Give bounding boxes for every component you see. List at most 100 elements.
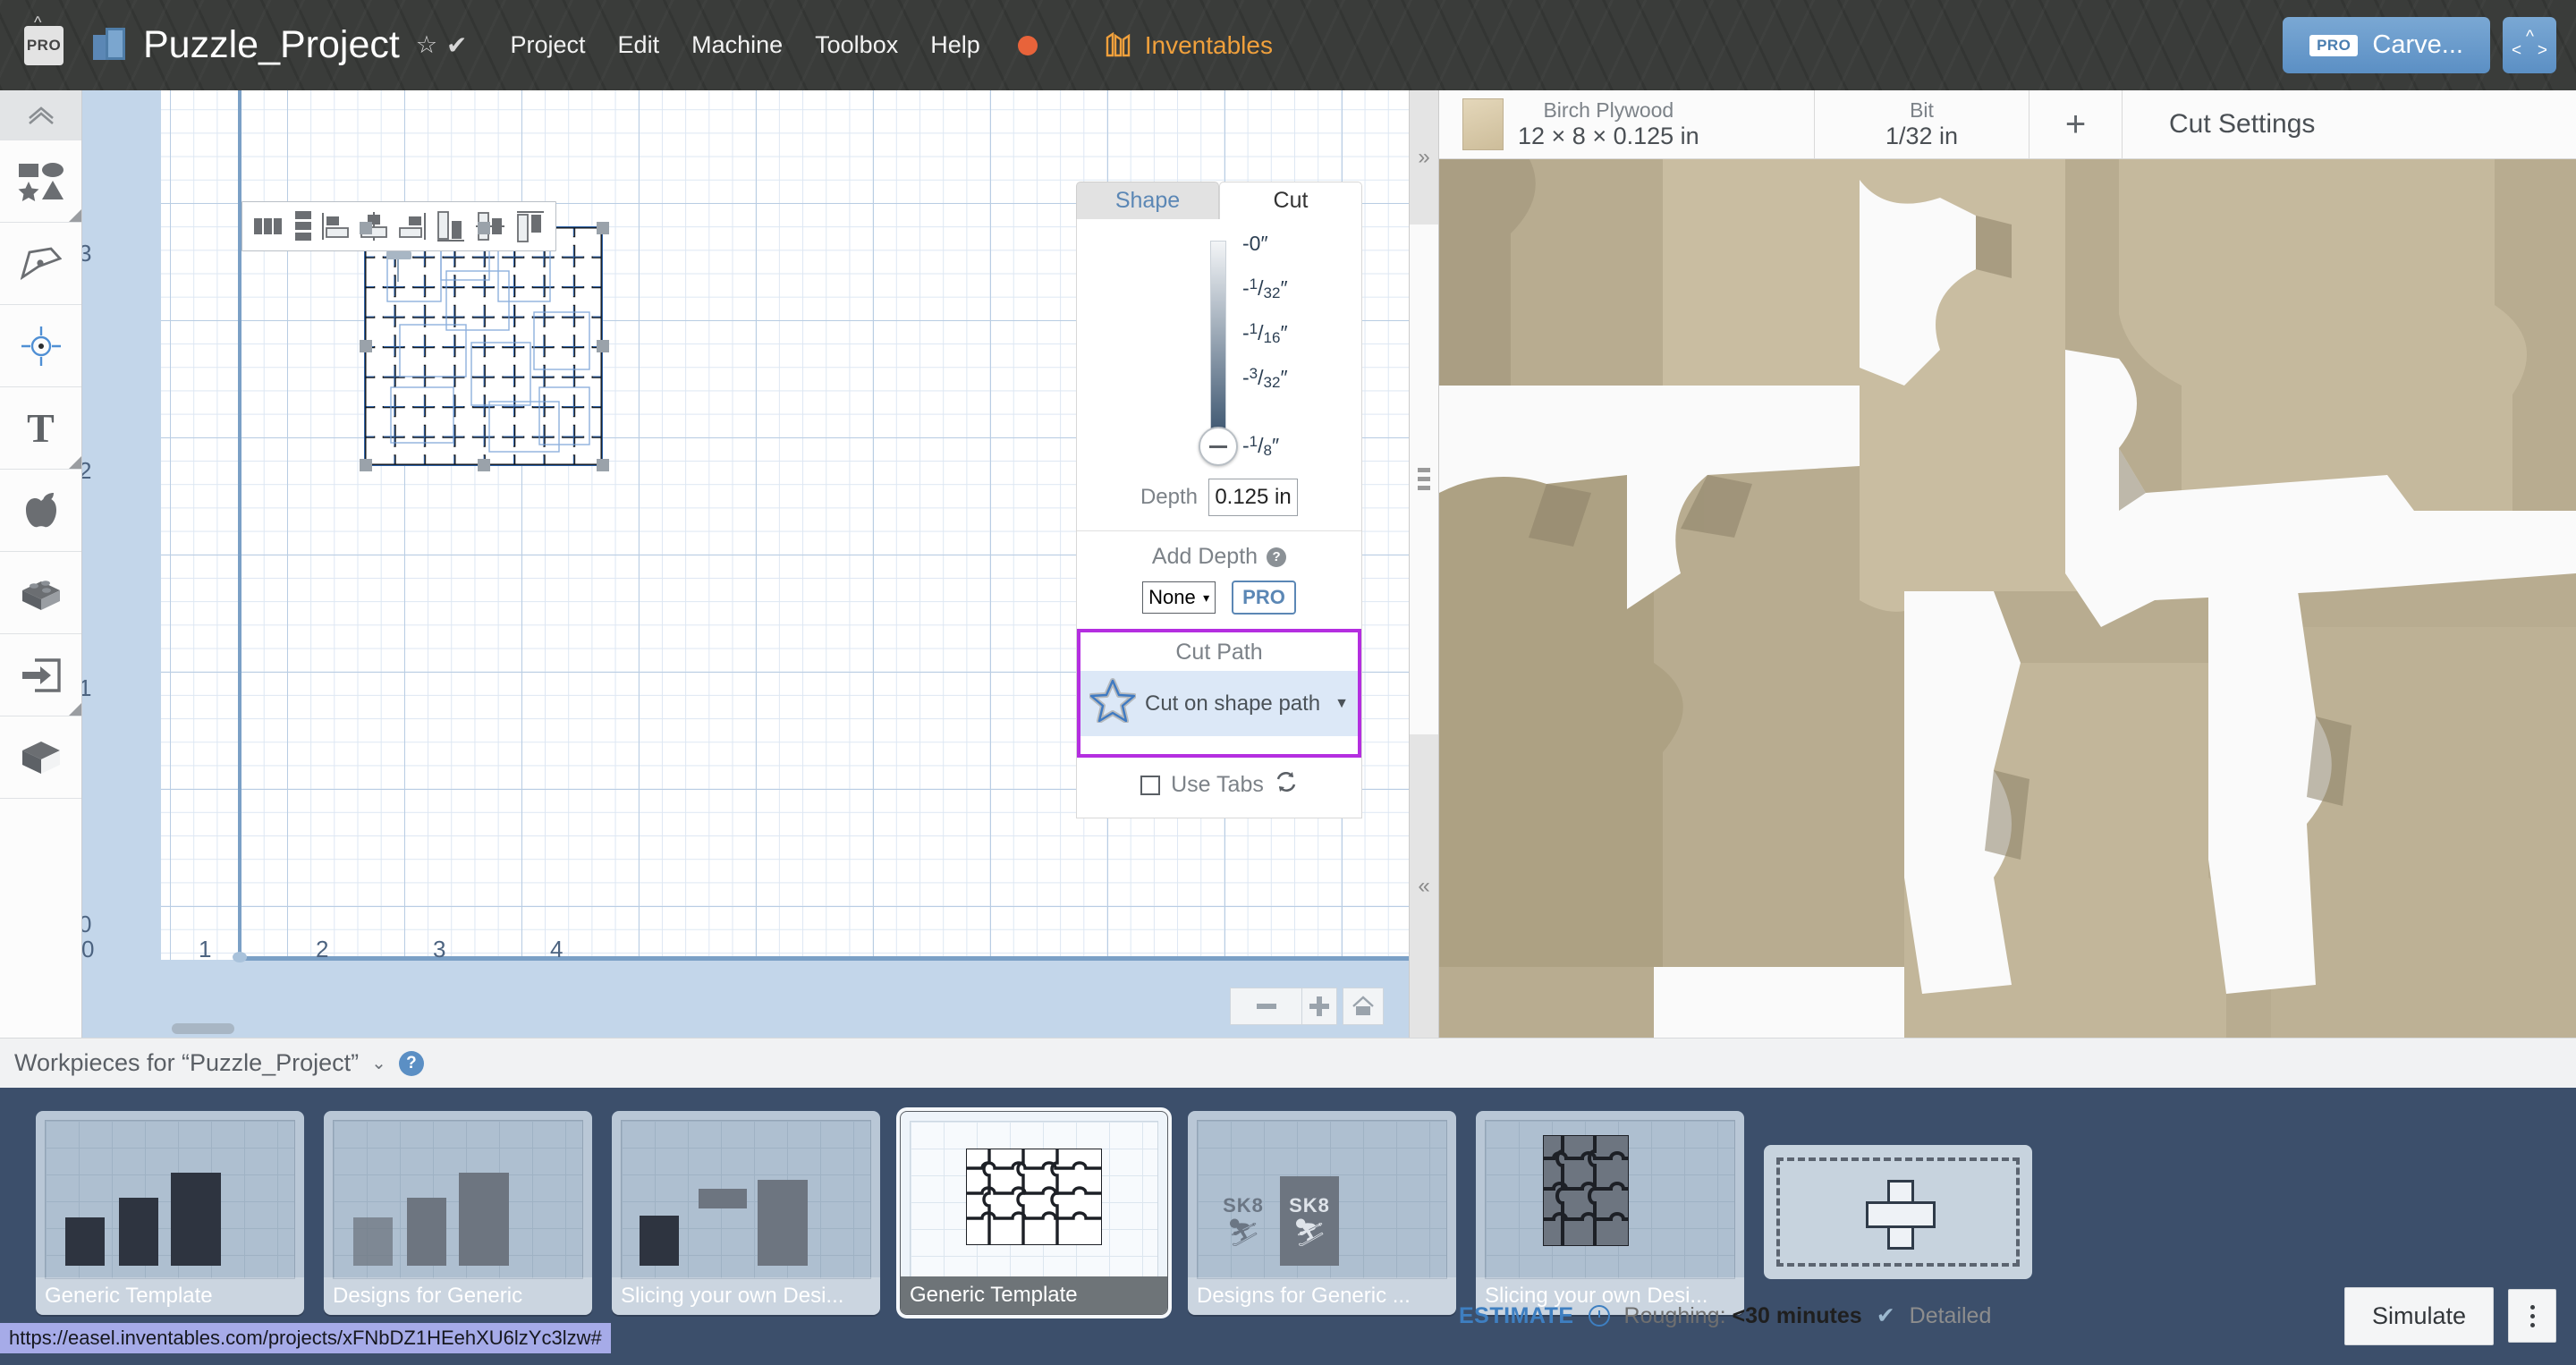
sidebar-item-3d-tool[interactable] (0, 716, 81, 799)
workpiece-label-4: Generic Template (901, 1276, 1167, 1314)
refresh-icon[interactable] (1275, 770, 1298, 800)
menu-toolbox[interactable]: Toolbox (815, 31, 898, 59)
align-bottom-icon[interactable] (436, 210, 465, 242)
align-toolbar (242, 201, 556, 251)
add-depth-title: Add Depth ? (1077, 544, 1361, 570)
puzzle-design-svg (364, 226, 603, 466)
slider-0-unit: ″ (1260, 232, 1267, 255)
pro-badge: PRO (24, 26, 64, 65)
tab-shape[interactable]: Shape (1076, 182, 1219, 219)
sidebar-item-apps-tool[interactable] (0, 470, 81, 552)
zoom-in-button[interactable] (1301, 988, 1337, 1025)
add-depth-select-value: None (1148, 586, 1196, 609)
slider-4-unit: ″ (1272, 434, 1279, 458)
selection-handle-mr[interactable] (597, 340, 609, 352)
sidebar-item-collapse-toolbar[interactable] (0, 90, 81, 140)
divider-expand-right-button[interactable]: » (1410, 90, 1438, 225)
pro-logo[interactable]: ^ PRO (20, 19, 68, 72)
workpiece-item-5[interactable]: SK8 ⛷ SK8 ⛷ Designs for Generic ... (1188, 1111, 1456, 1315)
depth-input[interactable] (1208, 479, 1298, 516)
slider-3-unit: ″ (1280, 366, 1287, 390)
simulate-button[interactable]: Simulate (2344, 1287, 2494, 1345)
divider-collapse-left-button[interactable]: « (1410, 734, 1438, 1038)
selection-handle-tr[interactable] (597, 222, 609, 234)
bit-selector[interactable]: Bit 1/32 in (1815, 90, 2029, 158)
menu-project[interactable]: Project (511, 31, 586, 59)
distribute-horizontal-icon[interactable] (253, 215, 284, 238)
fullscreen-button[interactable]: ^ < > (2503, 17, 2556, 73)
favorite-star-icon[interactable]: ☆ (416, 31, 437, 59)
help-icon[interactable]: ? (1267, 547, 1286, 567)
chevron-down-icon[interactable]: ▼ (1335, 696, 1349, 712)
status-bar-url: https://easel.inventables.com/projects/x… (0, 1323, 611, 1353)
workpiece-label-1: Generic Template (36, 1277, 304, 1315)
depth-slider[interactable]: -0″ -1/32″ -1/16″ -3/32″ -1/8″ (1077, 219, 1361, 470)
thumb-sk8-light: SK8 ⛷ (1214, 1176, 1273, 1266)
selection-handle-tc[interactable] (478, 222, 490, 234)
workpiece-item-2[interactable]: Designs for Generic (324, 1111, 592, 1315)
x-tick-0: 0 (82, 936, 94, 963)
divider-drag-grip[interactable] (1410, 225, 1438, 734)
saved-check-icon: ✔ (446, 30, 467, 60)
sidebar-item-blocks-tool[interactable] (0, 552, 81, 634)
selection-handle-bl[interactable] (360, 459, 372, 471)
zoom-home-button[interactable] (1343, 988, 1384, 1025)
depth-slider-knob[interactable] (1199, 427, 1238, 466)
bit-label: Bit (1885, 98, 1958, 123)
sidebar-item-target-tool[interactable] (0, 305, 81, 387)
slider-3-num: 3 (1250, 365, 1258, 383)
use-tabs-label: Use Tabs (1171, 772, 1264, 798)
kebab-menu-icon[interactable] (2508, 1289, 2556, 1343)
workpiece-item-1[interactable]: Generic Template (36, 1111, 304, 1315)
workpieces-help-icon[interactable]: ? (399, 1051, 424, 1076)
slider-1-num: 1 (1250, 276, 1258, 293)
use-tabs-checkbox[interactable] (1140, 776, 1160, 795)
zoom-out-button[interactable] (1230, 988, 1303, 1025)
selection-handle-tl[interactable] (360, 222, 372, 234)
selection-handle-br[interactable] (597, 459, 609, 471)
align-top-icon[interactable] (516, 210, 545, 242)
use-tabs-row: Use Tabs (1077, 758, 1361, 818)
distribute-vertical-icon[interactable] (294, 211, 312, 242)
panel-divider: » « (1409, 90, 1439, 1038)
menu-edit[interactable]: Edit (618, 31, 660, 59)
workpiece-item-3[interactable]: Slicing your own Desi... (612, 1111, 880, 1315)
sidebar-item-text-tool[interactable]: T (0, 387, 81, 470)
menu-machine[interactable]: Machine (691, 31, 783, 59)
depth-slider-track[interactable] (1210, 241, 1226, 434)
add-bit-button[interactable]: + (2029, 90, 2123, 158)
sidebar-item-pen-tool[interactable] (0, 223, 81, 305)
text-t-icon: T (27, 404, 55, 452)
carve-button[interactable]: PRO Carve... (2283, 17, 2490, 73)
material-selector[interactable]: Birch Plywood 12 × 8 × 0.125 in (1439, 90, 1815, 158)
selection-handle-ml[interactable] (360, 340, 372, 352)
roughing-label: Roughing: (1624, 1303, 1726, 1328)
canvas-horizontal-scrollbar[interactable] (172, 1023, 234, 1034)
chevron-down-double-icon[interactable]: ⌄ (371, 1052, 386, 1074)
align-right-icon[interactable] (399, 212, 426, 241)
sidebar-item-shapes-tool[interactable] (0, 140, 81, 223)
3d-preview[interactable] (1439, 90, 2576, 1038)
add-depth-select[interactable]: None ▾ (1142, 581, 1216, 614)
align-left-icon[interactable] (322, 212, 349, 241)
align-toolbar-handle[interactable] (386, 251, 411, 259)
cut-settings-button[interactable]: Cut Settings (2123, 90, 2576, 158)
tab-cut[interactable]: Cut (1219, 182, 1362, 219)
estimate-bar: ESTIMATE Roughing: <30 minutes ✔ Detaile… (1439, 1267, 2576, 1365)
y-tick-2: 2 (82, 457, 91, 485)
cut-path-option[interactable]: Cut on shape path ▼ (1080, 671, 1358, 736)
workpiece-label-3: Slicing your own Desi... (612, 1277, 880, 1315)
selection-handle-bc[interactable] (478, 459, 490, 471)
add-workpiece-button[interactable] (1764, 1145, 2032, 1279)
workpiece-item-4[interactable]: Generic Template (900, 1111, 1168, 1315)
canvas-origin-dot[interactable] (233, 952, 247, 962)
puzzle-design-object[interactable] (364, 226, 603, 466)
chevron-up-icon: ^ (2526, 29, 2534, 46)
inventables-link[interactable]: Inventables (1104, 31, 1273, 60)
add-depth-pro-badge[interactable]: PRO (1232, 581, 1296, 615)
canvas-x-axis (238, 956, 1409, 961)
bit-value: 1/32 in (1885, 123, 1958, 150)
menu-help[interactable]: Help (930, 31, 980, 59)
chevron-right-icon: > (2538, 42, 2547, 59)
sidebar-item-import-tool[interactable] (0, 634, 81, 716)
